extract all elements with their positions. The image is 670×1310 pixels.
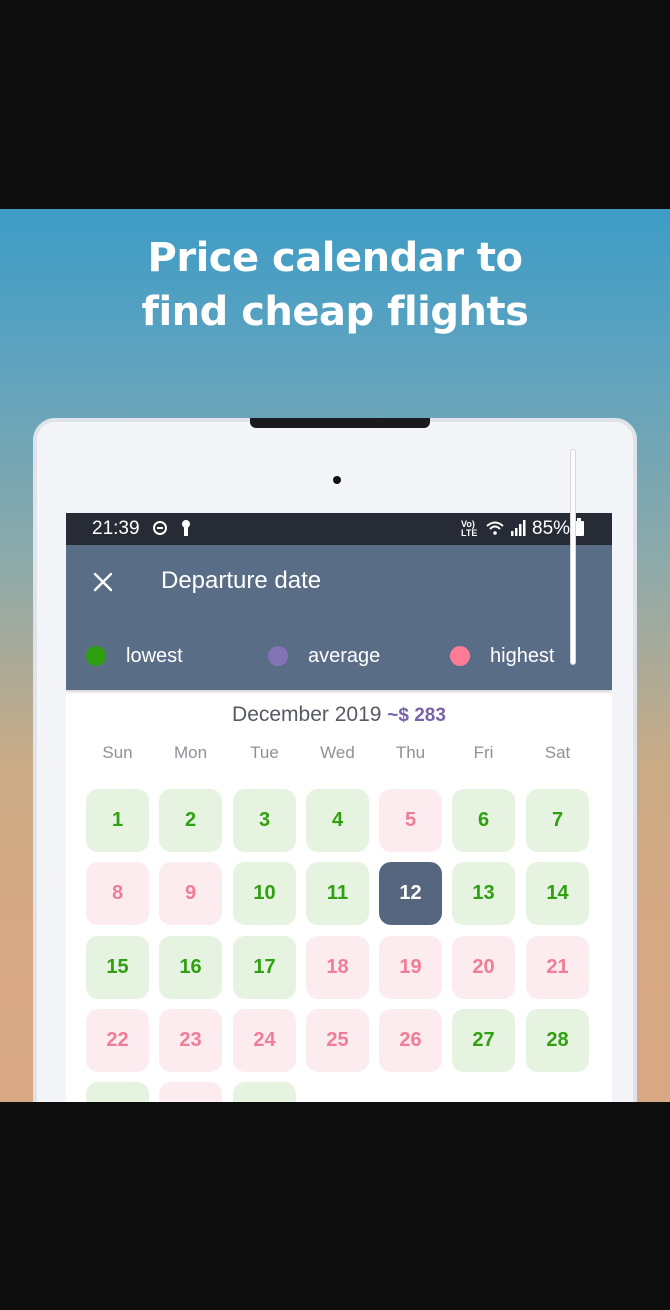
calendar-day[interactable]: 18 [306, 936, 369, 999]
calendar-day[interactable]: 27 [452, 1009, 515, 1072]
legend-label-average: average [308, 645, 381, 667]
weekday-4: Thu [395, 743, 426, 762]
weekday-6: Sat [544, 743, 571, 762]
calendar-day[interactable]: 23 [159, 1009, 222, 1072]
calendar-day-selected[interactable]: 12 [379, 862, 442, 925]
calendar-day[interactable]: 22 [86, 1009, 149, 1072]
weekday-1: Mon [173, 743, 208, 762]
calendar-day[interactable]: 15 [86, 936, 149, 999]
calendar-day[interactable]: 11 [306, 862, 369, 925]
calendar-day[interactable] [159, 1082, 222, 1102]
close-icon[interactable] [92, 571, 114, 593]
calendar-day[interactable]: 24 [233, 1009, 296, 1072]
camera-icon [333, 476, 341, 484]
status-bar: 21:39 Vo) LTE 85% [66, 513, 612, 545]
calendar-day[interactable]: 1 [86, 789, 149, 852]
headline-line-1: Price calendar to [147, 235, 523, 281]
volte-bottom-label: LTE [461, 528, 478, 538]
headline-line-2: find cheap flights [141, 289, 529, 335]
calendar-day[interactable] [86, 1082, 149, 1102]
app-screen: 21:39 Vo) LTE 85% Departure date lowest … [66, 513, 612, 1102]
signal-icon [511, 520, 526, 536]
calendar-day[interactable]: 2 [159, 789, 222, 852]
calendar-day[interactable]: 3 [233, 789, 296, 852]
calendar-day[interactable]: 20 [452, 936, 515, 999]
calendar-day[interactable]: 13 [452, 862, 515, 925]
legend-label-highest: highest [490, 645, 555, 667]
status-time: 21:39 [92, 518, 140, 539]
calendar-day[interactable]: 5 [379, 789, 442, 852]
legend-dot-highest [450, 646, 470, 666]
calendar-day[interactable]: 19 [379, 936, 442, 999]
month-price: ~$ 283 [387, 705, 446, 726]
calendar-day[interactable]: 7 [526, 789, 589, 852]
legend-dot-lowest [86, 646, 106, 666]
calendar-day[interactable] [233, 1082, 296, 1102]
calendar-day[interactable]: 28 [526, 1009, 589, 1072]
wifi-icon [486, 521, 504, 535]
month-label: December 2019 [232, 703, 382, 726]
calendar-day[interactable]: 8 [86, 862, 149, 925]
weekday-0: Sun [102, 743, 133, 762]
promo-headline: Price calendar to find cheap flights [0, 231, 670, 339]
promo-banner: Price calendar to find cheap flights 21:… [0, 209, 670, 1102]
weekday-3: Wed [320, 743, 355, 762]
tablet-frame: 21:39 Vo) LTE 85% Departure date lowest … [33, 418, 637, 1102]
calendar-day[interactable]: 14 [526, 862, 589, 925]
calendar-day[interactable]: 26 [379, 1009, 442, 1072]
tablet-notch [250, 418, 430, 428]
calendar-day[interactable]: 25 [306, 1009, 369, 1072]
page-title: Departure date [161, 567, 322, 594]
calendar-day[interactable]: 10 [233, 862, 296, 925]
calendar-day[interactable]: 4 [306, 789, 369, 852]
volte-icon: Vo) LTE [461, 520, 477, 538]
calendar-day[interactable]: 16 [159, 936, 222, 999]
legend-dot-average [268, 646, 288, 666]
calendar-day[interactable]: 17 [233, 936, 296, 999]
calendar-day[interactable]: 6 [452, 789, 515, 852]
month-heading: December 2019 ~$ 283 [66, 703, 612, 727]
battery-percent: 85% [532, 518, 571, 539]
calendar-day[interactable]: 21 [526, 936, 589, 999]
do-not-disturb-icon [153, 521, 167, 535]
app-bar: Departure date lowest average highest [66, 545, 612, 690]
scrollbar[interactable] [570, 449, 576, 665]
key-icon [181, 520, 190, 537]
weekday-2: Tue [250, 743, 279, 762]
legend-label-lowest: lowest [126, 645, 183, 667]
weekday-5: Fri [473, 743, 494, 762]
calendar-day[interactable]: 9 [159, 862, 222, 925]
